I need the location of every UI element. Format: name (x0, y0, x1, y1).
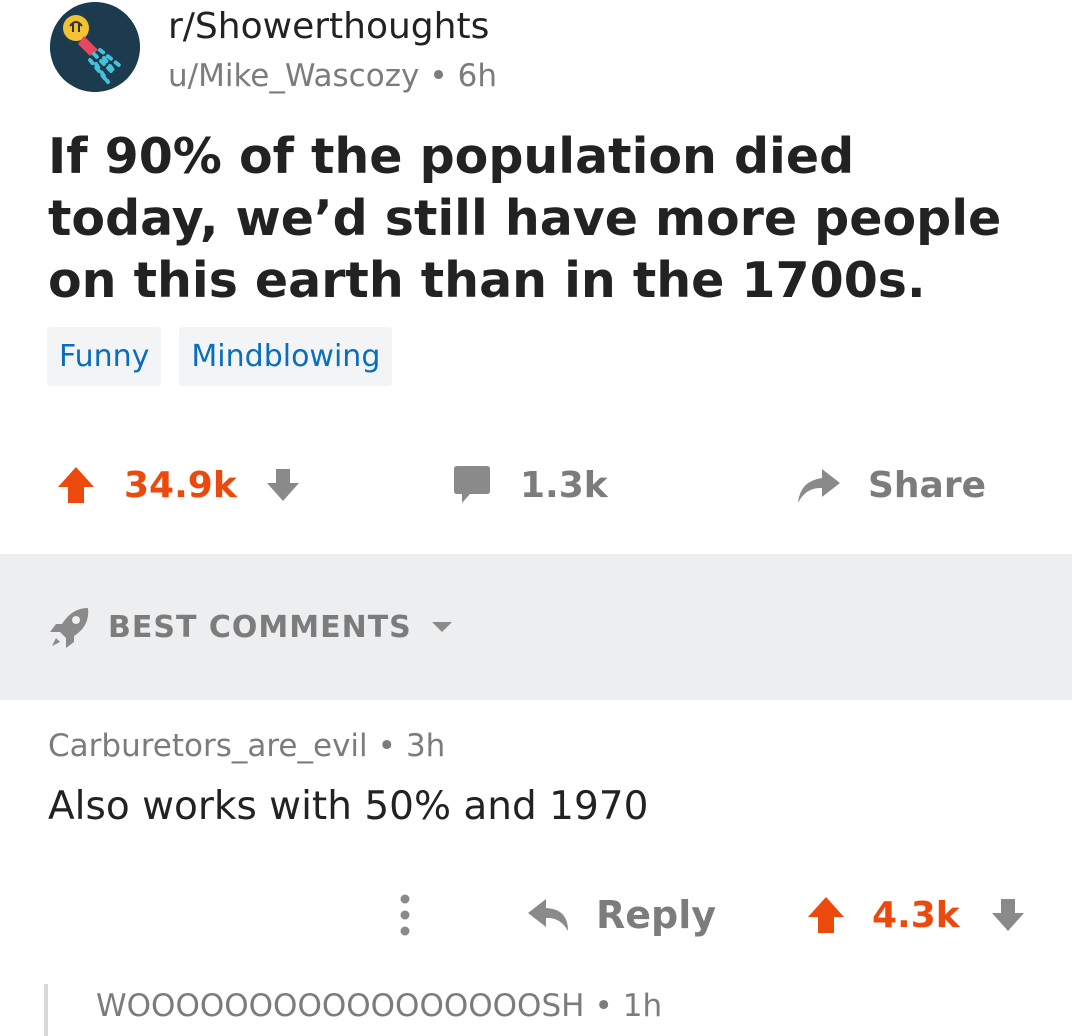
thread-line[interactable] (44, 984, 48, 1036)
share-arrow-icon (798, 469, 840, 503)
flair-list: Funny Mindblowing (47, 327, 393, 386)
comment-action-bar: Reply 4.3k (0, 880, 1072, 950)
post-action-bar: 34.9k 1.3k Share (0, 440, 1072, 530)
sort-label: BEST COMMENTS (108, 609, 412, 645)
downvote-arrow-icon[interactable] (986, 893, 1030, 937)
reply-author[interactable]: WOOOOOOOOOOOOOOOOOSH (96, 988, 584, 1024)
downvote-arrow-icon[interactable] (261, 463, 305, 507)
reply-button[interactable]: Reply (526, 888, 716, 942)
post-author[interactable]: u/Mike_Wascozy (168, 58, 419, 94)
reply-meta: WOOOOOOOOOOOOOOOOOSH • 1h (96, 988, 662, 1024)
kebab-menu-icon (400, 894, 410, 936)
subreddit-avatar[interactable] (50, 2, 140, 92)
reply-age: 1h (622, 988, 663, 1024)
flair-funny[interactable]: Funny (47, 327, 162, 386)
comment-author[interactable]: Carburetors_are_evil (48, 728, 368, 764)
meta-separator: • (429, 58, 448, 94)
post-screen: r/Showerthoughts u/Mike_Wascozy • 6h If 90… (0, 0, 1072, 1036)
caret-down-icon (431, 622, 452, 632)
comment-score: 4.3k (872, 894, 960, 936)
upvote-arrow-icon[interactable] (804, 893, 848, 937)
post-title: If 90% of the population died today, we’… (48, 128, 1002, 309)
comment-count: 1.3k (520, 464, 608, 506)
subreddit-name[interactable]: r/Showerthoughts (168, 6, 489, 47)
comment-age: 3h (405, 728, 446, 764)
share-label: Share (868, 464, 987, 506)
comment-meta: Carburetors_are_evil • 3h (48, 728, 445, 764)
post-meta: u/Mike_Wascozy • 6h (168, 58, 497, 94)
more-options-button[interactable] (392, 888, 418, 942)
upvote-arrow-icon[interactable] (54, 463, 98, 507)
post-age: 6h (457, 58, 497, 94)
rocket-icon (50, 608, 89, 648)
comment-vote-group: 4.3k (804, 888, 1030, 942)
comment-bubble-icon (454, 466, 490, 503)
lightbulb-shower-icon (50, 2, 140, 92)
comments-button[interactable]: 1.3k (450, 458, 608, 512)
vote-group: 34.9k (54, 458, 305, 512)
flair-mindblowing[interactable]: Mindblowing (179, 327, 393, 386)
sort-dropdown[interactable]: BEST COMMENTS (48, 604, 454, 650)
share-button[interactable]: Share (796, 458, 986, 512)
comment-body: Also works with 50% and 1970 (48, 784, 649, 829)
reply-label: Reply (596, 893, 717, 937)
post-score: 34.9k (124, 464, 237, 506)
meta-separator: • (594, 988, 613, 1024)
comment-sort-band: BEST COMMENTS (0, 554, 1072, 700)
reply-arrow-icon (528, 899, 568, 931)
meta-separator: • (377, 728, 396, 764)
post-header: r/Showerthoughts u/Mike_Wascozy • 6h (50, 2, 1050, 102)
